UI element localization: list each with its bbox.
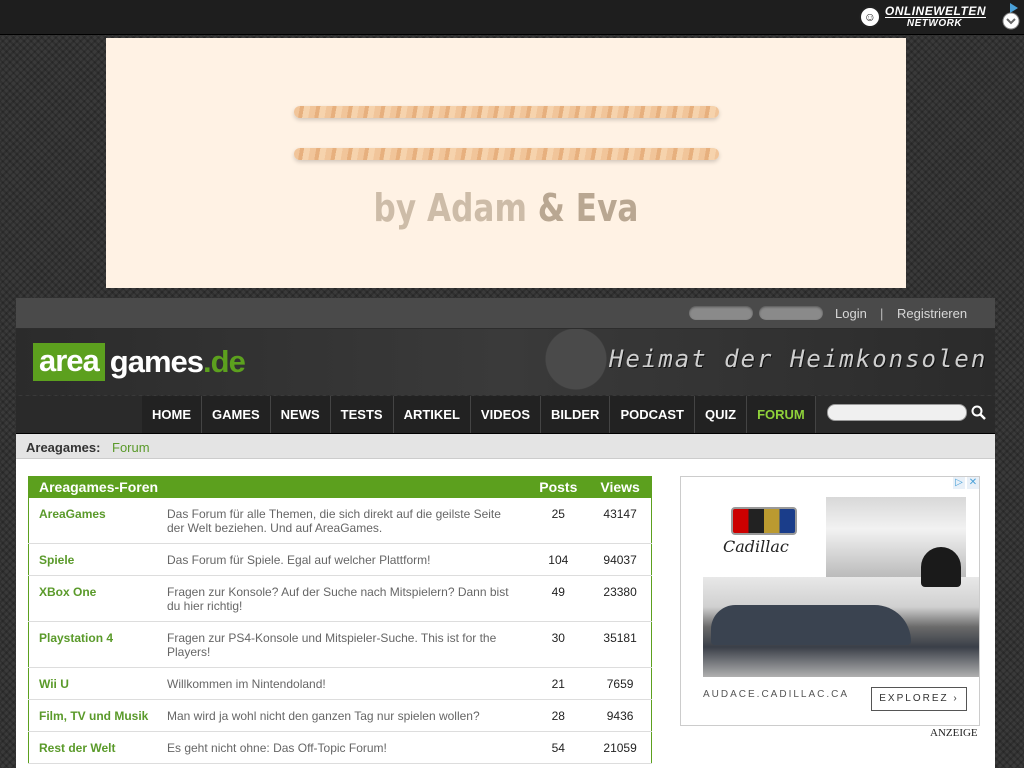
register-link[interactable]: Registrieren xyxy=(897,306,967,321)
forum-posts: 25 xyxy=(527,498,590,544)
side-advertisement[interactable]: ▷ ✕ Cadillac AUDACE.CADILLAC.CA EXPLOREZ… xyxy=(680,476,980,726)
nav-artikel[interactable]: ARTIKEL xyxy=(393,396,471,433)
forum-name-link[interactable]: Playstation 4 xyxy=(28,621,167,668)
site-logo[interactable]: area games.de xyxy=(33,342,246,382)
nav-games[interactable]: GAMES xyxy=(202,396,271,433)
user-bar: Login | Registrieren xyxy=(16,298,995,329)
forum-name-link[interactable]: AreaGames xyxy=(28,498,167,544)
forum-description: Man wird ja wohl nicht den ganzen Tag nu… xyxy=(167,699,528,732)
table-row: AreaGames Das Forum für alle Themen, die… xyxy=(28,498,652,544)
social-button-2[interactable] xyxy=(759,306,823,320)
advertisement-banner[interactable]: by Adam & Eva xyxy=(106,38,906,288)
nav-list: HOME GAMES NEWS TESTS ARTIKEL VIDEOS BIL… xyxy=(142,396,816,433)
adchoices-icon[interactable] xyxy=(1000,2,1022,30)
network-top-bar: ☺ ONLINEWELTEN NETWORK xyxy=(0,0,1024,35)
nav-quiz[interactable]: QUIZ xyxy=(695,396,748,433)
nav-podcast[interactable]: PODCAST xyxy=(610,396,695,433)
ad-photo-person xyxy=(921,547,961,587)
ad-url: AUDACE.CADILLAC.CA xyxy=(703,689,850,700)
forum-posts: 28 xyxy=(527,699,590,732)
nav-news[interactable]: NEWS xyxy=(270,396,331,433)
table-row: Wii U Willkommen im Nintendoland! 21 765… xyxy=(28,667,652,700)
search-input[interactable] xyxy=(827,404,967,421)
adchoices-icon[interactable]: ▷ xyxy=(953,477,965,489)
table-row: Film, TV und Musik Man wird ja wohl nich… xyxy=(28,699,652,732)
forum-views: 94037 xyxy=(589,543,652,576)
forum-name-link[interactable]: Film, TV und Musik xyxy=(28,699,167,732)
forum-name-link[interactable]: Wii U xyxy=(28,667,167,700)
forum-views: 21059 xyxy=(589,731,652,764)
forum-description: Fragen zur Konsole? Auf der Suche nach M… xyxy=(167,575,528,622)
forum-name-link[interactable]: Spiele xyxy=(28,543,167,576)
main-content: Areagames-Foren Posts Views AreaGames Da… xyxy=(16,459,995,768)
site-header: area games.de Heimat der Heimkonsolen xyxy=(16,329,995,395)
forum-description: Das Forum für Spiele. Egal auf welcher P… xyxy=(167,543,528,576)
site-slogan: Heimat der Heimkonsolen xyxy=(609,345,988,373)
forum-name-link[interactable]: Rest der Welt xyxy=(28,731,167,764)
ad-brand: Cadillac xyxy=(723,537,789,556)
table-row: XBox One Fragen zur Konsole? Auf der Suc… xyxy=(28,575,652,622)
cadillac-crest-icon xyxy=(731,507,797,535)
logo-games-text: games.de xyxy=(109,344,246,379)
onlinewelten-network-logo[interactable]: ☺ ONLINEWELTEN NETWORK xyxy=(858,3,986,31)
forum-posts: 104 xyxy=(527,543,590,576)
close-icon[interactable]: ✕ xyxy=(967,477,979,489)
car-image xyxy=(711,605,911,645)
forum-views: 9436 xyxy=(589,699,652,732)
forum-name-link[interactable]: XBox One xyxy=(28,575,167,622)
logo-area-text: area xyxy=(33,343,105,381)
table-header-row: Areagames-Foren Posts Views xyxy=(28,476,652,498)
header-posts: Posts xyxy=(527,476,590,498)
table-row: Rest der Welt Es geht nicht ohne: Das Of… xyxy=(28,731,652,764)
nav-tests[interactable]: TESTS xyxy=(330,396,394,433)
nav-videos[interactable]: VIDEOS xyxy=(470,396,542,433)
separator: | xyxy=(880,306,884,321)
header-title: Areagames-Foren xyxy=(28,476,528,498)
login-link[interactable]: Login xyxy=(835,306,867,321)
ad-choice-controls[interactable]: ▷ ✕ xyxy=(949,477,979,491)
forum-table: Areagames-Foren Posts Views AreaGames Da… xyxy=(28,476,652,764)
nav-forum[interactable]: FORUM xyxy=(747,396,816,433)
nav-bilder[interactable]: BILDER xyxy=(541,396,611,433)
forum-posts: 21 xyxy=(527,667,590,700)
table-row: Spiele Das Forum für Spiele. Egal auf we… xyxy=(28,543,652,576)
table-row: Playstation 4 Fragen zur PS4-Konsole und… xyxy=(28,621,652,668)
forum-views: 43147 xyxy=(589,498,652,544)
main-navigation: HOME GAMES NEWS TESTS ARTIKEL VIDEOS BIL… xyxy=(16,396,995,434)
forum-description: Willkommen im Nintendoland! xyxy=(167,667,528,700)
social-button-1[interactable] xyxy=(689,306,753,320)
forum-description: Das Forum für alle Themen, die sich dire… xyxy=(167,498,528,544)
forum-views: 35181 xyxy=(589,621,652,668)
ad-stick-graphic xyxy=(294,106,719,118)
network-line1: ONLINEWELTEN xyxy=(884,3,986,18)
forum-posts: 54 xyxy=(527,731,590,764)
breadcrumb-home[interactable]: Areagames: xyxy=(26,440,100,455)
ad-brand-text: by Adam & Eva xyxy=(373,186,639,230)
forum-posts: 49 xyxy=(527,575,590,622)
ad-label: ANZEIGE xyxy=(930,727,978,739)
nav-home[interactable]: HOME xyxy=(142,396,202,433)
mascot-icon: ☺ xyxy=(858,6,881,28)
forum-posts: 30 xyxy=(527,621,590,668)
ad-stick-graphic xyxy=(294,148,719,160)
breadcrumb: Areagames: Forum xyxy=(16,434,995,459)
search-icon[interactable] xyxy=(971,405,987,421)
breadcrumb-forum[interactable]: Forum xyxy=(112,440,150,455)
header-views: Views xyxy=(589,476,652,498)
forum-description: Es geht nicht ohne: Das Off-Topic Forum! xyxy=(167,731,528,764)
network-line2: NETWORK xyxy=(884,16,986,30)
forum-description: Fragen zur PS4-Konsole und Mitspieler-Su… xyxy=(167,621,528,668)
forum-views: 23380 xyxy=(589,575,652,622)
forum-views: 7659 xyxy=(589,667,652,700)
ad-cta-button[interactable]: EXPLOREZ › xyxy=(871,687,967,711)
